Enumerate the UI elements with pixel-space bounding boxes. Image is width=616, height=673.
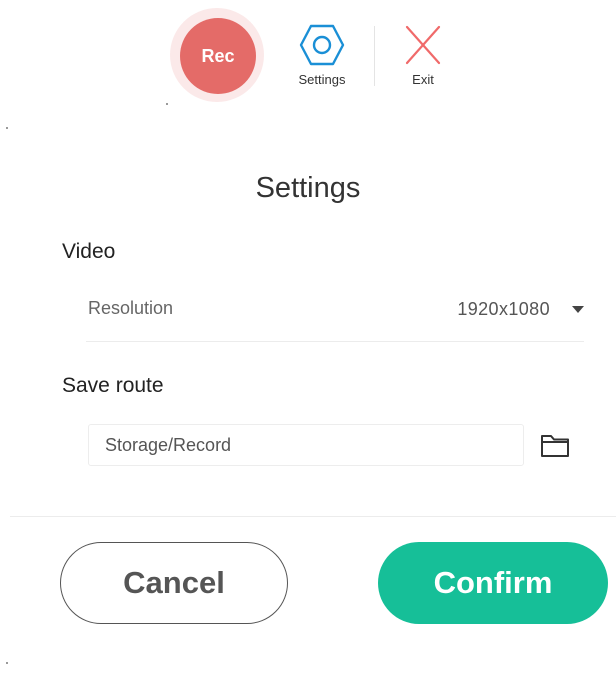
caret-down-icon: [572, 305, 584, 313]
record-button-label: Rec: [201, 45, 235, 66]
row-divider: [86, 341, 584, 342]
video-section-heading: Video: [62, 240, 116, 263]
close-icon: [405, 25, 441, 65]
exit-tool[interactable]: Exit: [383, 22, 463, 87]
screen-recorder-settings: Rec Settings Exit Settings Video Resolut…: [0, 0, 616, 673]
save-route-heading: Save route: [62, 374, 164, 397]
settings-tool[interactable]: Settings: [282, 22, 362, 87]
cancel-button-label: Cancel: [123, 565, 225, 600]
record-button[interactable]: Rec: [180, 18, 256, 94]
artifact-dot: [166, 103, 168, 105]
save-path-field[interactable]: Storage/Record: [88, 424, 524, 466]
folder-icon[interactable]: [538, 430, 572, 460]
confirm-button-label: Confirm: [433, 565, 553, 600]
resolution-label: Resolution: [88, 298, 174, 318]
save-path-value: Storage/Record: [105, 434, 232, 455]
resolution-value: 1920x1080: [457, 298, 550, 319]
toolbar-divider: [374, 26, 375, 86]
cancel-button[interactable]: Cancel: [60, 542, 288, 624]
settings-tool-label: Settings: [298, 72, 346, 87]
artifact-dot: [6, 662, 8, 664]
artifact-dot: [6, 127, 8, 129]
resolution-dropdown[interactable]: 1920x1080: [400, 294, 590, 324]
dialog-title: Settings: [255, 172, 361, 204]
confirm-button[interactable]: Confirm: [378, 542, 608, 624]
settings-icon: [299, 24, 345, 66]
exit-tool-label: Exit: [412, 72, 434, 87]
footer-divider: [10, 516, 616, 517]
